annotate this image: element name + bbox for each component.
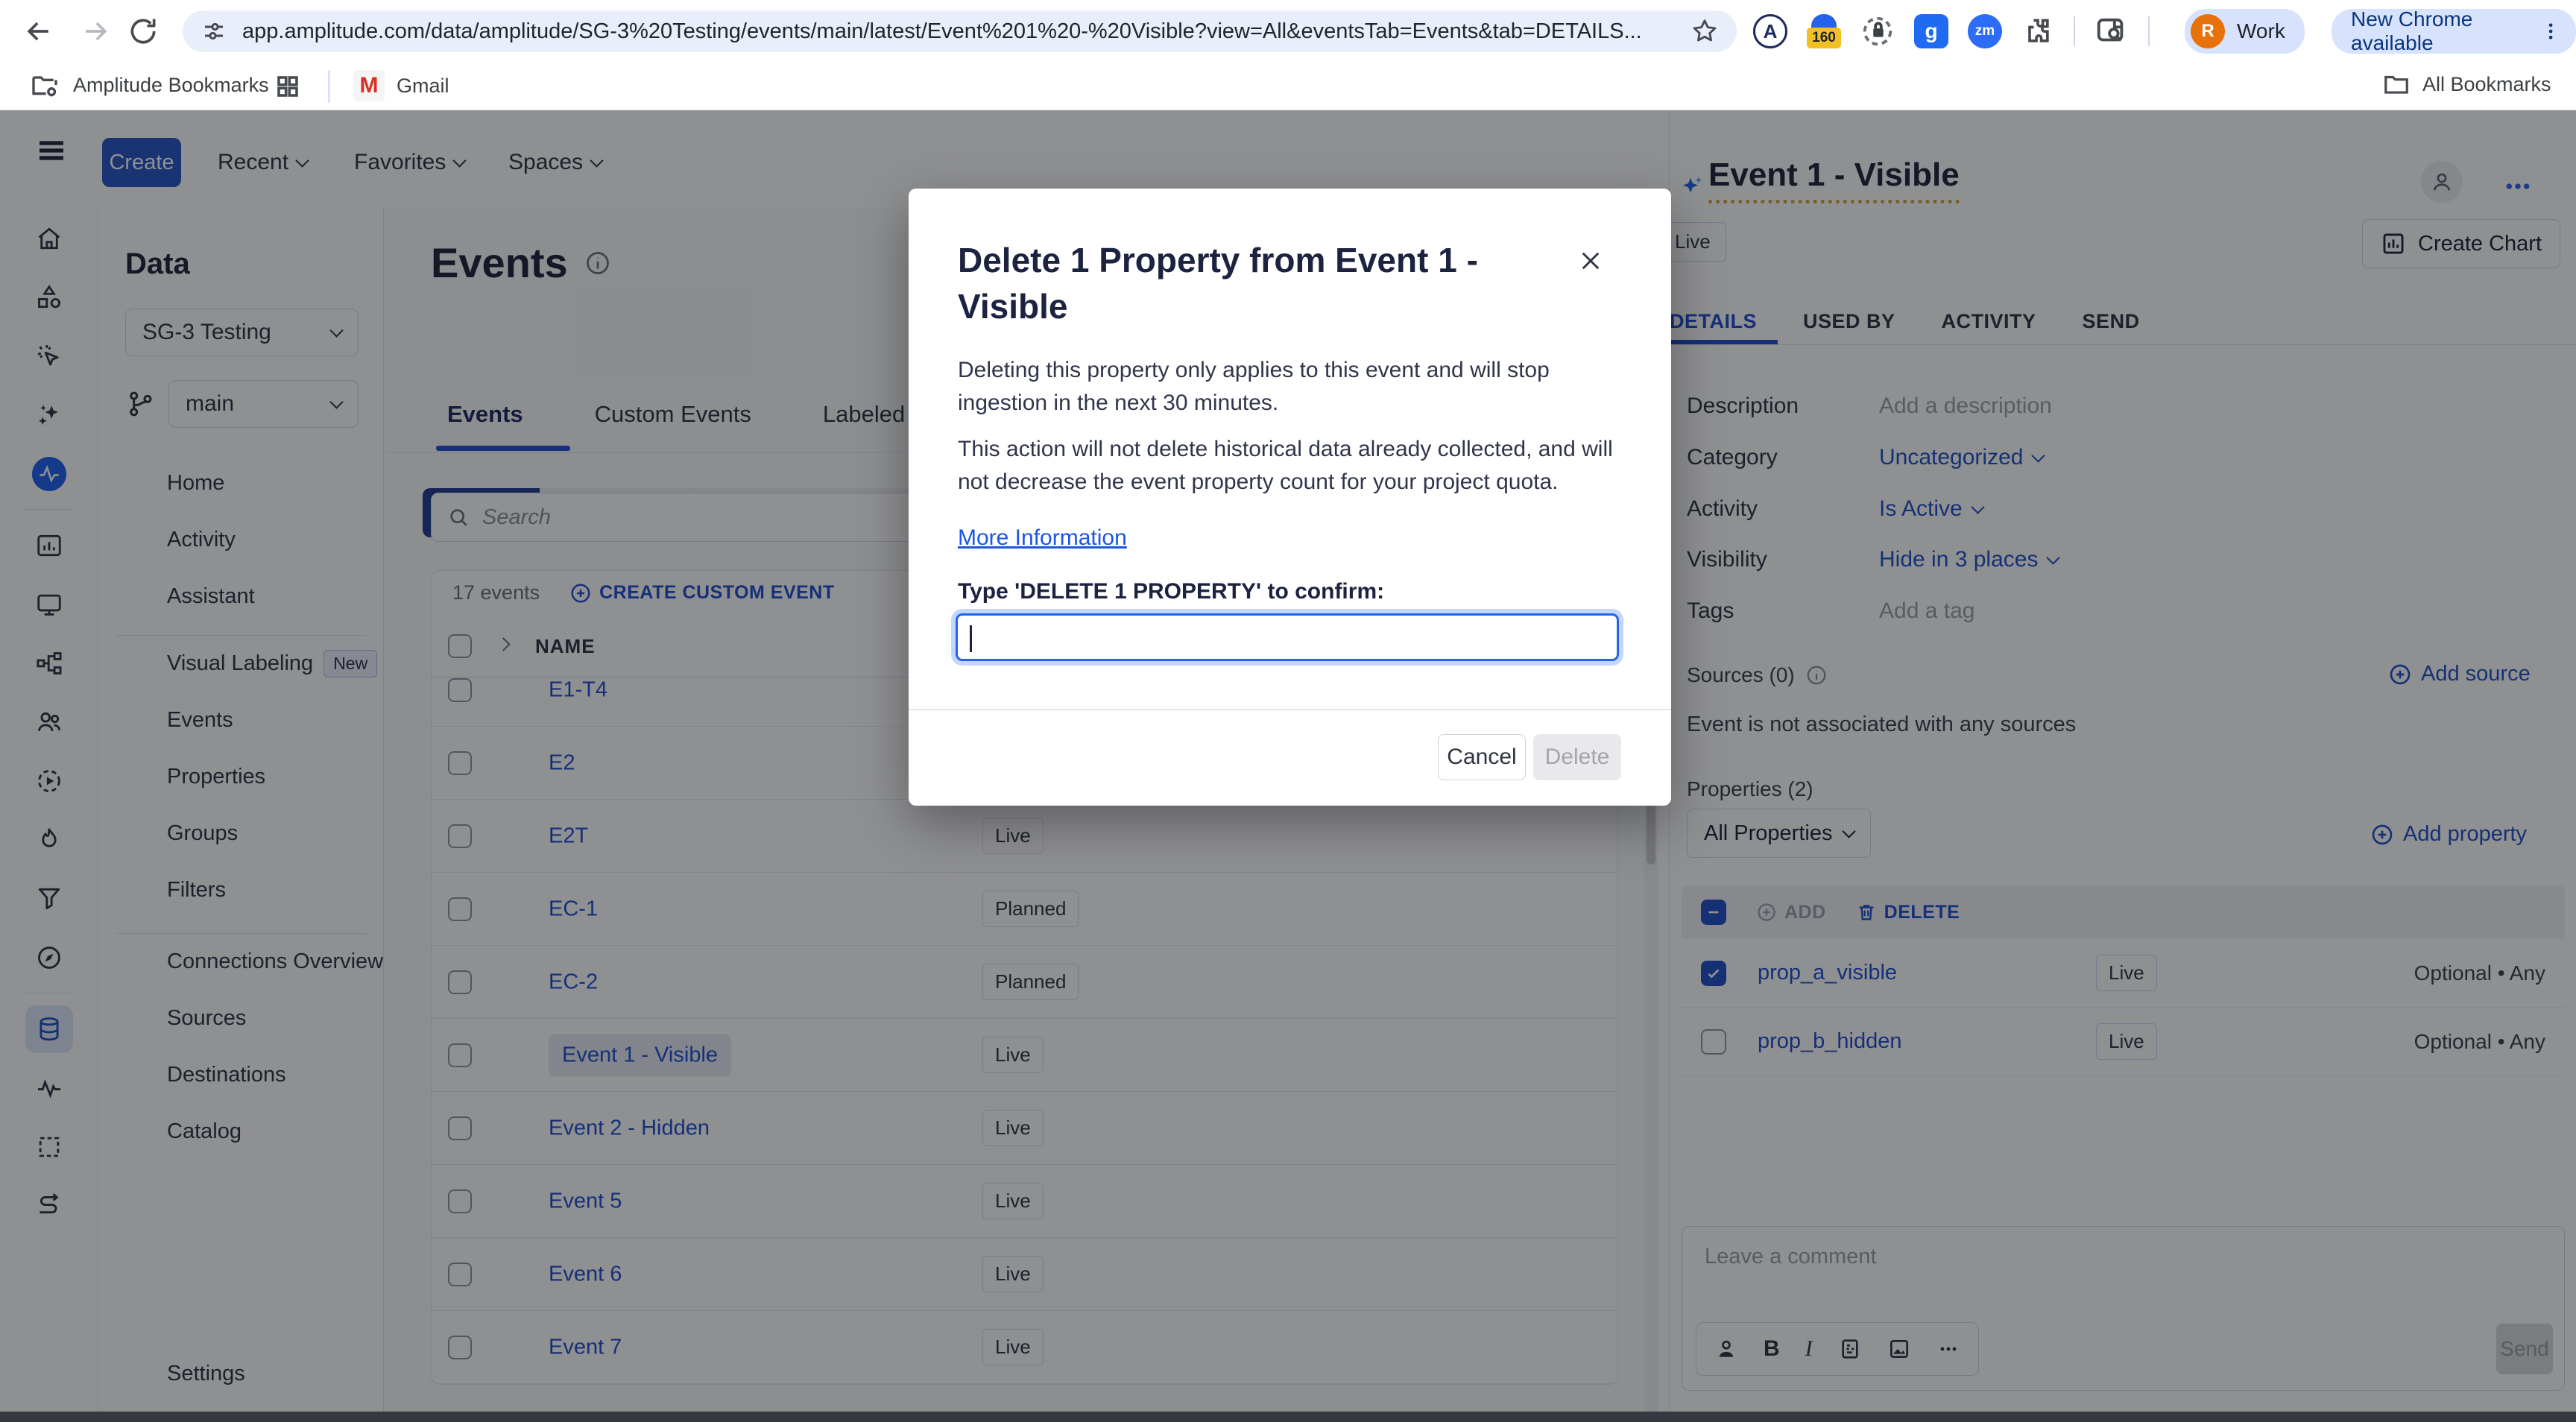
apps-grid-icon[interactable] bbox=[274, 73, 301, 100]
update-label: New Chrome available bbox=[2351, 7, 2525, 55]
extension-g-icon[interactable]: g bbox=[1914, 14, 1948, 48]
profile-label: Work bbox=[2237, 19, 2285, 43]
modal-body-2: This action will not delete historical d… bbox=[958, 433, 1632, 499]
modal-title: Delete 1 Property from Event 1 - Visible bbox=[958, 237, 1554, 329]
bookmark-folder-label: Amplitude Bookmarks bbox=[73, 74, 269, 97]
screen: app.amplitude.com/data/amplitude/SG-3%20… bbox=[0, 0, 2576, 1422]
extension-amplitude-icon[interactable]: 160 bbox=[1807, 14, 1841, 48]
all-bookmarks-button[interactable]: All Bookmarks bbox=[2382, 70, 2551, 98]
bookmark-folder-amplitude[interactable]: Amplitude Bookmarks bbox=[30, 70, 269, 100]
cancel-button[interactable]: Cancel bbox=[1438, 734, 1526, 780]
avatar: R bbox=[2191, 14, 2225, 48]
site-settings-icon[interactable] bbox=[201, 18, 227, 45]
profile-button[interactable]: R Work bbox=[2185, 9, 2305, 54]
confirm-input[interactable] bbox=[956, 613, 1619, 661]
bookmark-gmail[interactable]: M Gmail bbox=[353, 70, 449, 101]
all-bookmarks-label: All Bookmarks bbox=[2422, 73, 2551, 96]
extension-zoom-icon[interactable]: zm bbox=[1968, 14, 2002, 48]
gmail-label: Gmail bbox=[397, 75, 449, 98]
browser-toolbar: app.amplitude.com/data/amplitude/SG-3%20… bbox=[0, 0, 2576, 63]
text-caret bbox=[970, 625, 972, 652]
delete-button[interactable]: Delete bbox=[1533, 734, 1621, 780]
reload-icon[interactable] bbox=[127, 15, 160, 48]
kebab-menu-icon[interactable] bbox=[2540, 19, 2561, 44]
url-text[interactable]: app.amplitude.com/data/amplitude/SG-3%20… bbox=[242, 19, 1642, 44]
extension-lock-icon[interactable] bbox=[1860, 14, 1895, 48]
bookmarks-bar: Amplitude Bookmarks M Gmail All Bookmark… bbox=[0, 63, 2576, 110]
folder-gear-icon bbox=[30, 70, 60, 100]
tab-search-icon[interactable] bbox=[2094, 14, 2129, 48]
folder-icon bbox=[2382, 70, 2411, 98]
bookmark-star-icon[interactable] bbox=[1690, 17, 1719, 45]
more-information-link[interactable]: More Information bbox=[958, 525, 1127, 551]
confirm-instruction: Type 'DELETE 1 PROPERTY' to confirm: bbox=[958, 579, 1384, 604]
modal-close-icon[interactable] bbox=[1576, 247, 1605, 275]
forward-icon[interactable] bbox=[79, 15, 112, 48]
back-icon[interactable] bbox=[22, 15, 55, 48]
gmail-icon: M bbox=[353, 70, 385, 101]
address-bar[interactable]: app.amplitude.com/data/amplitude/SG-3%20… bbox=[183, 10, 1737, 52]
extension-a-icon[interactable]: A bbox=[1753, 14, 1787, 48]
modal-body-1: Deleting this property only applies to t… bbox=[958, 354, 1632, 420]
delete-property-modal: Delete 1 Property from Event 1 - Visible… bbox=[909, 189, 1671, 806]
extensions-puzzle-icon[interactable] bbox=[2021, 15, 2054, 48]
chrome-update-pill[interactable]: New Chrome available bbox=[2332, 9, 2576, 54]
